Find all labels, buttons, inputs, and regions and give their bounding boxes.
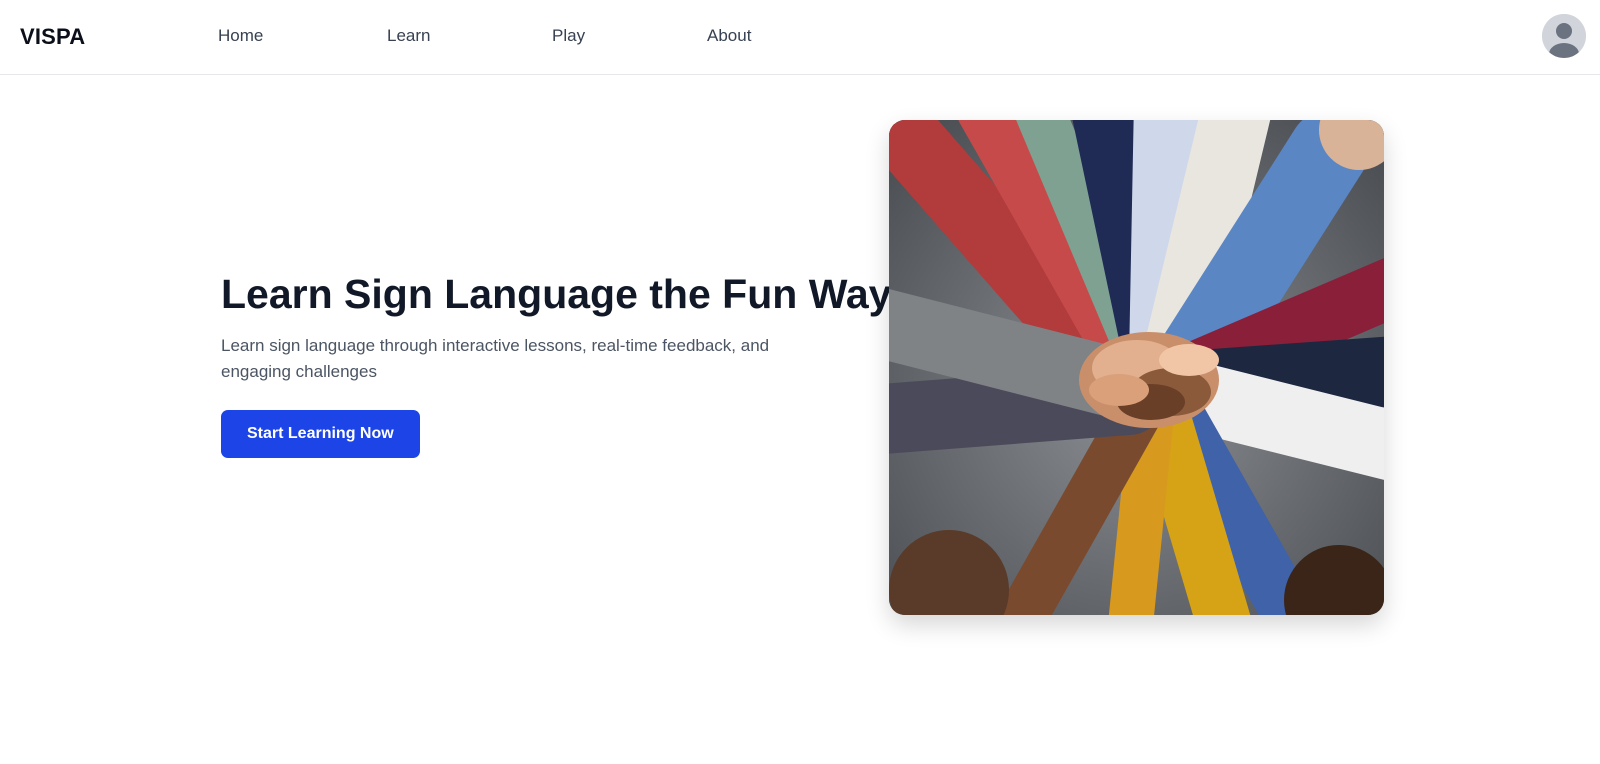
hero-image	[889, 120, 1384, 615]
user-avatar-icon[interactable]	[1542, 14, 1586, 58]
nav-link-learn[interactable]: Learn	[387, 26, 430, 46]
brand-logo[interactable]: VISPA	[20, 24, 85, 50]
start-learning-button[interactable]: Start Learning Now	[221, 410, 420, 459]
hero-title: Learn Sign Language the Fun Way	[221, 271, 892, 317]
nav-link-play[interactable]: Play	[552, 26, 585, 46]
nav-link-about[interactable]: About	[707, 26, 751, 46]
avatar-silhouette-icon	[1542, 14, 1586, 58]
hero-section: Learn Sign Language the Fun Way Learn si…	[221, 270, 892, 459]
hands-stacked-photo	[889, 120, 1384, 615]
hero-subtitle: Learn sign language through interactive …	[221, 336, 770, 382]
nav-link-home[interactable]: Home	[218, 26, 263, 46]
top-navbar: VISPA Home Learn Play About	[0, 0, 1600, 75]
